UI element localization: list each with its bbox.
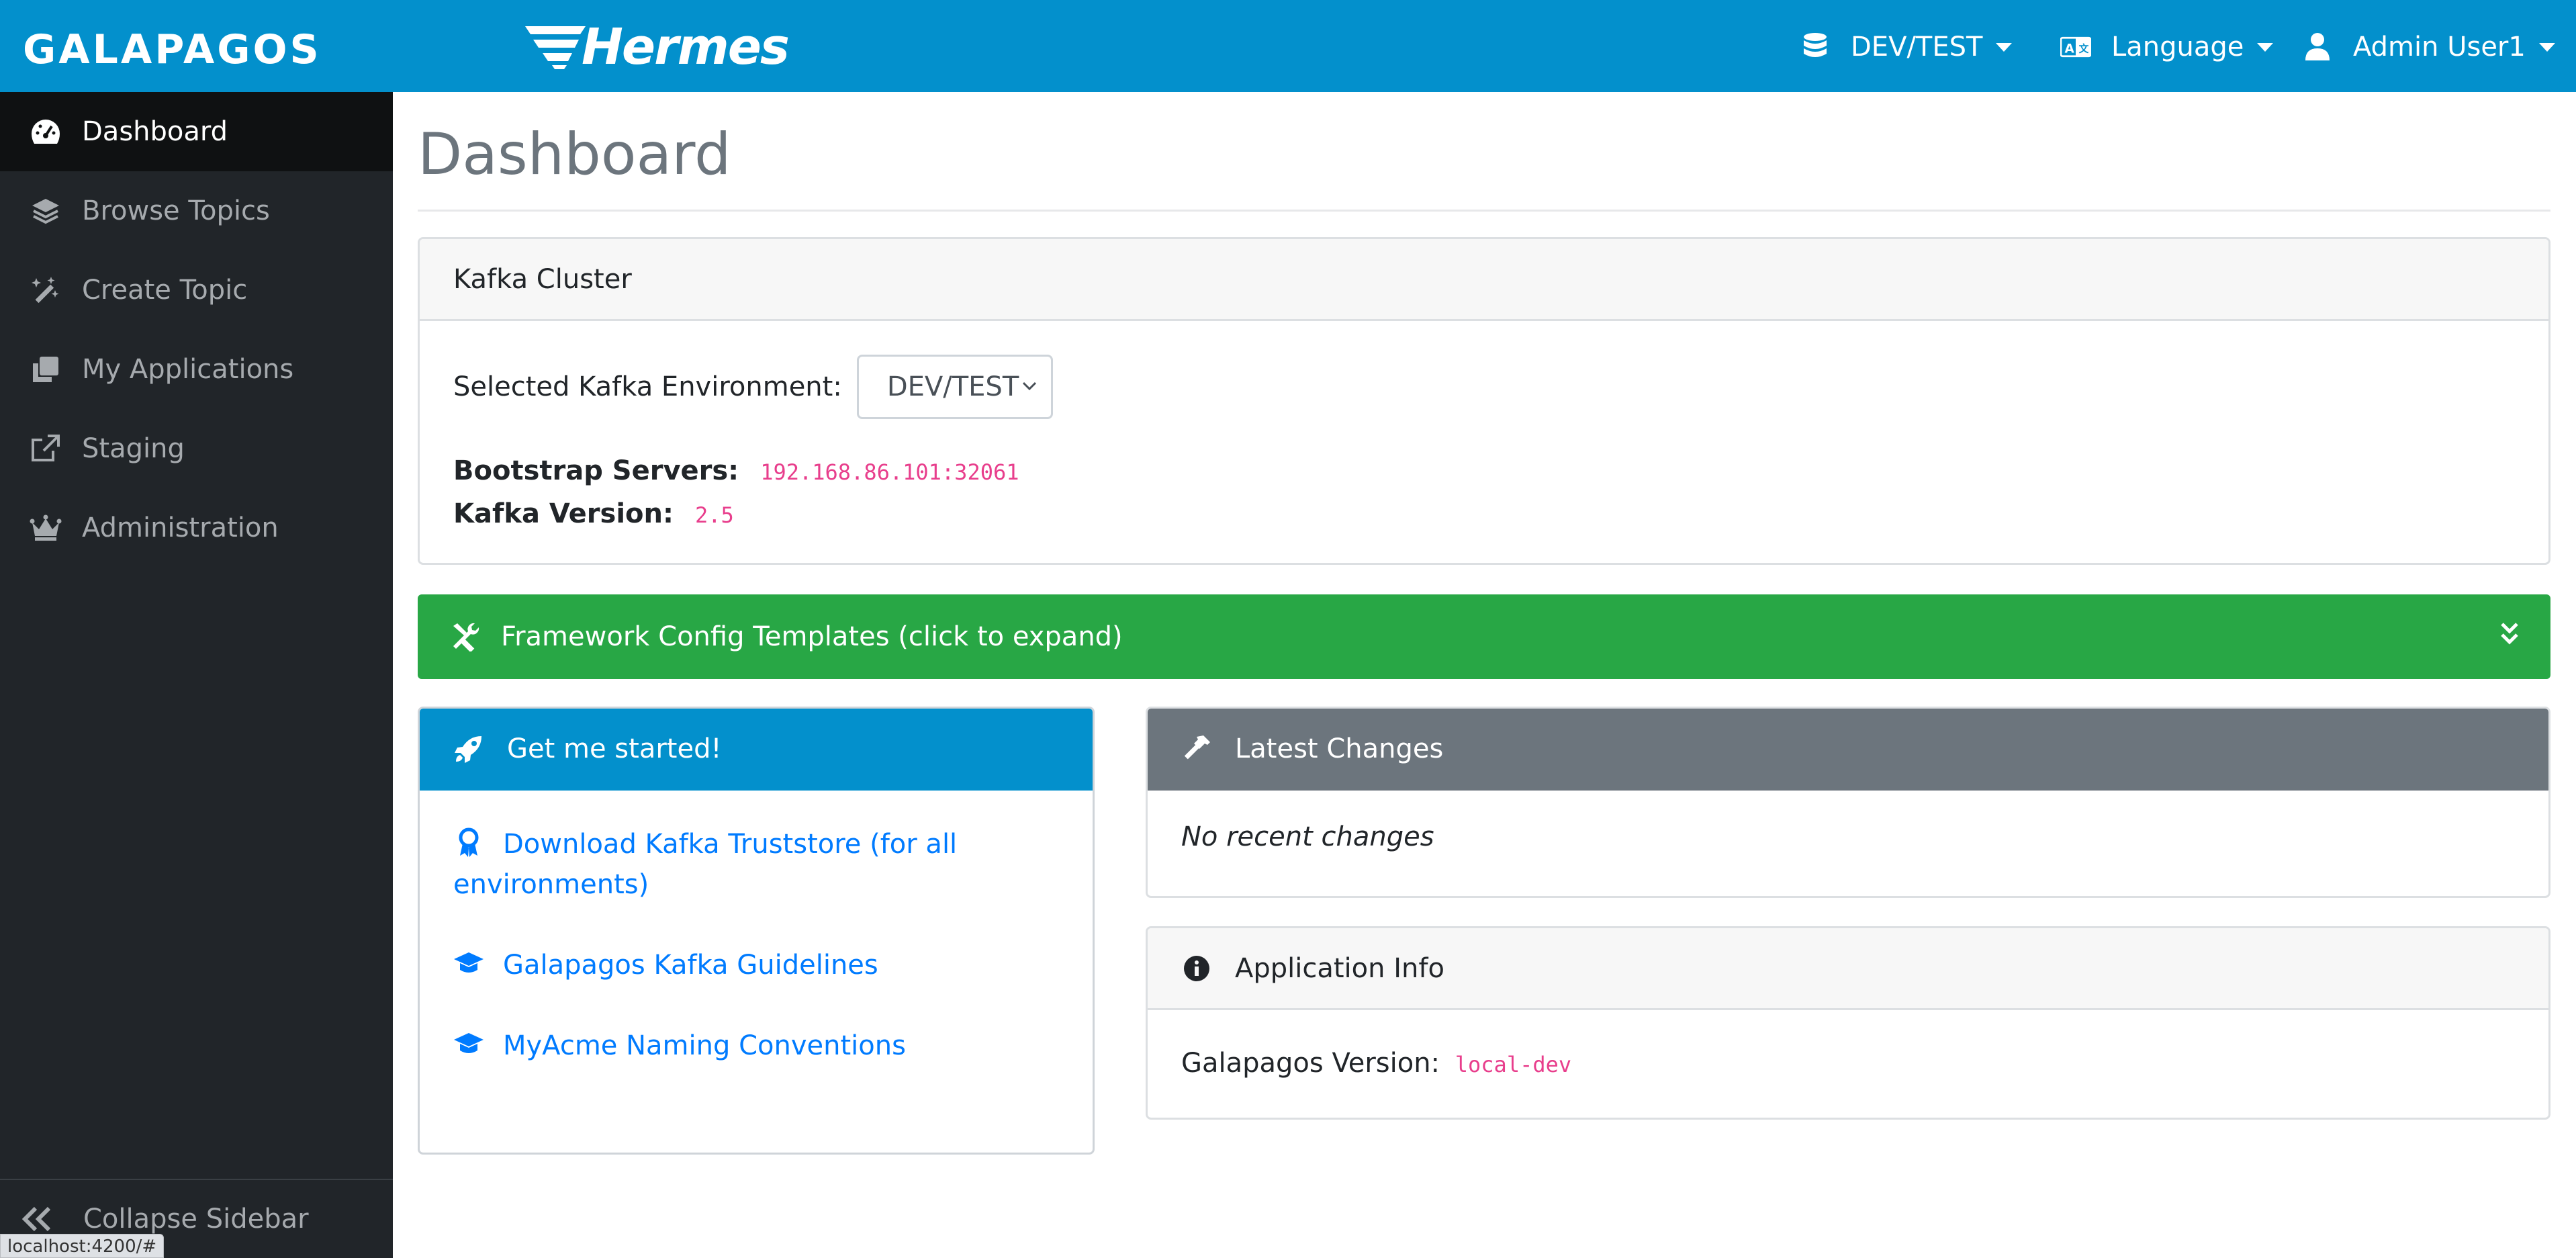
hammer-icon	[1181, 733, 1212, 764]
application-info-title: Application Info	[1235, 952, 1444, 984]
sidebar-item-staging[interactable]: Staging	[0, 409, 393, 488]
user-dropdown[interactable]: Admin User1	[2302, 27, 2555, 67]
caret-down-icon	[2538, 42, 2555, 52]
clone-icon	[30, 353, 62, 386]
caret-down-icon	[2257, 42, 2274, 52]
collapse-sidebar-label: Collapse Sidebar	[83, 1204, 309, 1234]
graduation-cap-icon	[454, 952, 484, 973]
kafka-env-select-value: DEV/TEST	[886, 371, 1019, 402]
rocket-icon	[453, 733, 484, 764]
galapagos-version-row: Galapagos Version: local-dev	[1181, 1048, 1571, 1079]
sidebar-item-label: Browse Topics	[82, 195, 270, 226]
language-dropdown[interactable]: A 文 Language	[2060, 27, 2274, 67]
hermes-logo-text: Hermes	[582, 18, 790, 76]
naming-conventions-link[interactable]: MyAcme Naming Conventions	[453, 1026, 906, 1066]
get-started-card: Get me started! Download Kafka Truststor…	[418, 707, 1095, 1155]
brand-logo[interactable]: GALAPAGOS	[23, 26, 322, 74]
title-divider	[418, 210, 2550, 212]
magic-wand-icon	[30, 274, 62, 306]
layers-icon	[30, 195, 62, 227]
environment-dropdown[interactable]: DEV/TEST	[1800, 27, 2013, 67]
double-chevron-down-icon	[2501, 623, 2518, 645]
application-info-card: Application Info Galapagos Version: loca…	[1146, 926, 2550, 1120]
latest-changes-title: Latest Changes	[1235, 733, 1444, 764]
database-icon	[1800, 32, 1831, 62]
bootstrap-servers-label: Bootstrap Servers:	[453, 455, 739, 486]
download-truststore-link[interactable]: Download Kafka Truststore (for all envir…	[453, 824, 957, 905]
kafka-version-value: 2.5	[695, 502, 734, 528]
sidebar-item-create-topic[interactable]: Create Topic	[0, 251, 393, 330]
gauge-icon	[30, 116, 62, 148]
kafka-guidelines-link[interactable]: Galapagos Kafka Guidelines	[453, 945, 878, 985]
sidebar-item-label: Dashboard	[82, 116, 228, 147]
kafka-version-row: Kafka Version: 2.5	[453, 498, 734, 529]
latest-changes-card: Latest Changes No recent changes	[1146, 707, 2550, 898]
sidebar-item-label: Staging	[82, 433, 185, 464]
page-title: Dashboard	[418, 121, 731, 188]
language-dropdown-label: Language	[2111, 32, 2244, 62]
hermes-wing-icon	[525, 26, 586, 69]
download-truststore-line2: environments)	[453, 869, 649, 900]
user-icon	[2302, 32, 2333, 62]
user-dropdown-label: Admin User1	[2353, 32, 2526, 62]
kafka-version-label: Kafka Version:	[453, 498, 674, 529]
sidebar: Dashboard Browse Topics Create Topic My …	[0, 92, 393, 1258]
bootstrap-servers-value: 192.168.86.101:32061	[760, 459, 1019, 485]
framework-config-templates-toggle[interactable]: Framework Config Templates (click to exp…	[418, 594, 2550, 679]
get-started-header: Get me started!	[420, 709, 1093, 791]
sidebar-item-dashboard[interactable]: Dashboard	[0, 92, 393, 171]
galapagos-version-label: Galapagos Version:	[1181, 1048, 1440, 1079]
naming-conventions-label: MyAcme Naming Conventions	[503, 1030, 906, 1061]
framework-config-templates-label: Framework Config Templates (click to exp…	[501, 621, 1123, 652]
info-circle-icon	[1181, 953, 1212, 984]
sidebar-item-label: Administration	[82, 512, 279, 543]
svg-text:文: 文	[2079, 42, 2089, 54]
hermes-logo: Hermes	[521, 18, 790, 76]
language-icon: A 文	[2060, 32, 2091, 62]
chevron-down-icon	[1022, 381, 1036, 391]
kafka-guidelines-label: Galapagos Kafka Guidelines	[503, 950, 878, 981]
environment-dropdown-label: DEV/TEST	[1851, 32, 1983, 62]
award-icon	[459, 827, 479, 857]
svg-text:A: A	[2064, 42, 2074, 56]
tools-icon	[450, 621, 481, 652]
kafka-env-label: Selected Kafka Environment:	[453, 371, 842, 402]
sidebar-item-label: Create Topic	[82, 275, 248, 306]
kafka-cluster-card: Kafka Cluster Selected Kafka Environment…	[418, 237, 2550, 565]
get-started-title: Get me started!	[507, 733, 722, 764]
no-recent-changes-text: No recent changes	[1181, 821, 1434, 852]
browser-status-url: localhost:4200/#	[0, 1234, 165, 1258]
kafka-env-row: Selected Kafka Environment: DEV/TEST	[453, 355, 1053, 419]
top-navbar: GALAPAGOS Hermes DEV/TEST A 文 Language A…	[0, 0, 2576, 92]
double-chevron-left-icon	[19, 1200, 56, 1238]
galapagos-version-value: local-dev	[1455, 1052, 1572, 1077]
sidebar-item-browse-topics[interactable]: Browse Topics	[0, 171, 393, 251]
kafka-cluster-header: Kafka Cluster	[420, 239, 2548, 321]
caret-down-icon	[1996, 42, 2013, 52]
external-link-icon	[30, 433, 62, 465]
kafka-env-select[interactable]: DEV/TEST	[856, 355, 1053, 419]
latest-changes-header: Latest Changes	[1148, 709, 2548, 791]
application-info-header: Application Info	[1148, 928, 2548, 1010]
sidebar-item-my-applications[interactable]: My Applications	[0, 330, 393, 409]
graduation-cap-icon	[454, 1033, 484, 1053]
sidebar-item-administration[interactable]: Administration	[0, 488, 393, 568]
bootstrap-servers-row: Bootstrap Servers: 192.168.86.101:32061	[453, 455, 1019, 486]
sidebar-item-label: My Applications	[82, 354, 294, 385]
download-truststore-line1: Download Kafka Truststore (for all	[503, 829, 958, 860]
crown-icon	[30, 512, 62, 544]
